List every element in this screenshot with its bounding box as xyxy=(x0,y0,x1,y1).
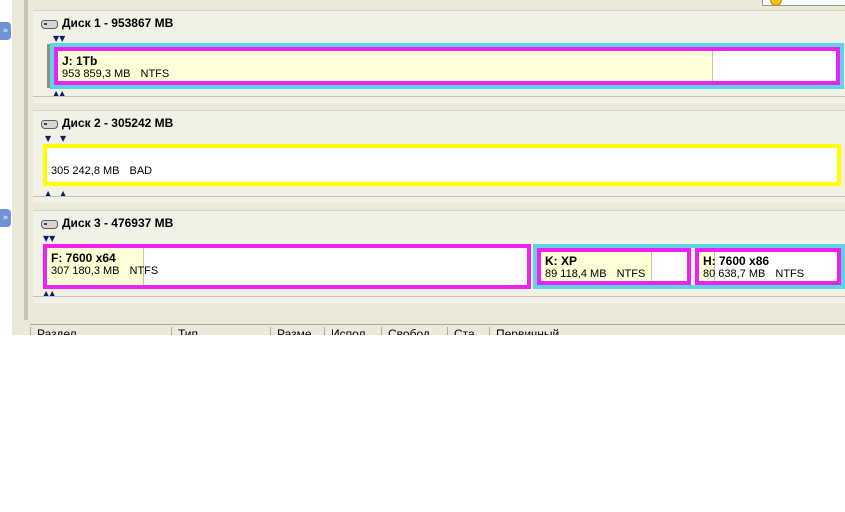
partition-bad[interactable]: 305 242,8 MB BAD xyxy=(43,144,841,186)
column-header-partition[interactable]: Раздел xyxy=(30,327,171,335)
partition-end-marker: ▲▲ xyxy=(43,289,56,298)
partition-size: 305 242,8 MB xyxy=(51,165,120,177)
partition-size: 953 859,3 MB xyxy=(62,68,131,80)
partition-fs: BAD xyxy=(129,165,153,177)
partition-k[interactable]: K: XP 89 118,4 MB NTFS xyxy=(537,248,691,285)
partition-fs: NTFS xyxy=(140,68,170,80)
column-header-used[interactable]: Испол xyxy=(324,327,375,335)
column-header-status[interactable]: Ста xyxy=(447,327,485,335)
partition-start-marker: ▼▼ xyxy=(43,234,56,243)
partition-fs: NTFS xyxy=(616,268,646,280)
hard-disk-icon xyxy=(41,119,58,129)
expand-button-1[interactable]: » xyxy=(0,22,11,40)
partition-start-marker: ▼ xyxy=(45,134,52,143)
partition-name: F: 7600 x64 xyxy=(51,251,116,265)
partition-size: 307 180,3 MB xyxy=(51,265,120,277)
hard-disk-icon xyxy=(41,219,58,229)
partition-fs: NTFS xyxy=(129,265,159,277)
disk-panel-2[interactable]: Диск 2 - 305242 MB ▼ ▼ 305 242,8 MB BAD ▲… xyxy=(33,110,845,203)
partition-label: K: XP 89 118,4 MB NTFS xyxy=(545,255,645,281)
column-header-primary[interactable]: Первичный xyxy=(489,327,570,335)
partition-name: K: XP xyxy=(545,254,578,268)
splitter xyxy=(12,0,24,335)
partition-details: 80 638,7 MB NTFS xyxy=(703,268,804,281)
partition-end-marker: ▲ xyxy=(60,189,67,198)
disk-title-2: Диск 2 - 305242 MB xyxy=(62,116,174,130)
partition-name: H: 7600 x86 xyxy=(703,254,770,268)
partition-end-marker: ▲▲ xyxy=(53,89,66,98)
column-header-type[interactable]: Тип xyxy=(171,327,270,335)
partition-name: J: 1Tb xyxy=(62,54,98,68)
disk-title-3: Диск 3 - 476937 MB xyxy=(62,216,174,230)
hard-disk-icon xyxy=(41,19,58,29)
partition-size: 80 638,7 MB xyxy=(703,268,766,280)
disk-panel-3[interactable]: Диск 3 - 476937 MB ▼▼ F: 7600 x64 307 18… xyxy=(33,210,845,303)
disk-header-2: Диск 2 - 305242 MB xyxy=(41,116,173,130)
partition-label: H: 7600 x86 80 638,7 MB NTFS xyxy=(703,255,804,281)
partition-h[interactable]: H: 7600 x86 80 638,7 MB NTFS xyxy=(695,248,841,285)
chevron-icon: » xyxy=(2,213,9,223)
chevron-icon: » xyxy=(2,26,9,36)
partition-label: F: 7600 x64 307 180,3 MB NTFS xyxy=(51,252,158,278)
partition-start-marker: ▼▼ xyxy=(53,34,66,43)
partition-details: 89 118,4 MB NTFS xyxy=(545,268,645,281)
disk-title-1: Диск 1 - 953867 MB xyxy=(62,16,174,30)
partition-size: 89 118,4 MB xyxy=(545,268,607,280)
partition-details: 305 242,8 MB BAD xyxy=(51,165,152,178)
partition-start-marker: ▼ xyxy=(60,134,67,143)
partition-f[interactable]: F: 7600 x64 307 180,3 MB NTFS xyxy=(43,244,531,289)
partition-label: 305 242,8 MB BAD xyxy=(51,165,152,178)
partition-end-marker: ▲ xyxy=(45,189,52,198)
partition-fs: NTFS xyxy=(775,268,805,280)
column-header-free[interactable]: Свобод xyxy=(381,327,444,335)
partition-label: J: 1Tb 953 859,3 MB NTFS xyxy=(62,55,169,81)
partition-j[interactable]: J: 1Tb 953 859,3 MB NTFS xyxy=(54,47,840,85)
disk-map-window: » » Диск 1 - 953867 MB ▼▼ J: 1Tb 953 859… xyxy=(0,0,845,335)
disk-header-3: Диск 3 - 476937 MB xyxy=(41,216,173,230)
column-header-size[interactable]: Разме xyxy=(270,327,324,335)
disk-header-1: Диск 1 - 953867 MB xyxy=(41,16,173,30)
expand-button-2[interactable]: » xyxy=(0,209,11,227)
partition-table-header: Раздел Тип Разме Испол Свобод Ста Первич… xyxy=(30,324,845,335)
disk-panel-1[interactable]: Диск 1 - 953867 MB ▼▼ J: 1Tb 953 859,3 M… xyxy=(33,10,845,103)
panel-edge xyxy=(24,0,28,320)
partition-details: 307 180,3 MB NTFS xyxy=(51,265,158,278)
partition-details: 953 859,3 MB NTFS xyxy=(62,68,169,81)
